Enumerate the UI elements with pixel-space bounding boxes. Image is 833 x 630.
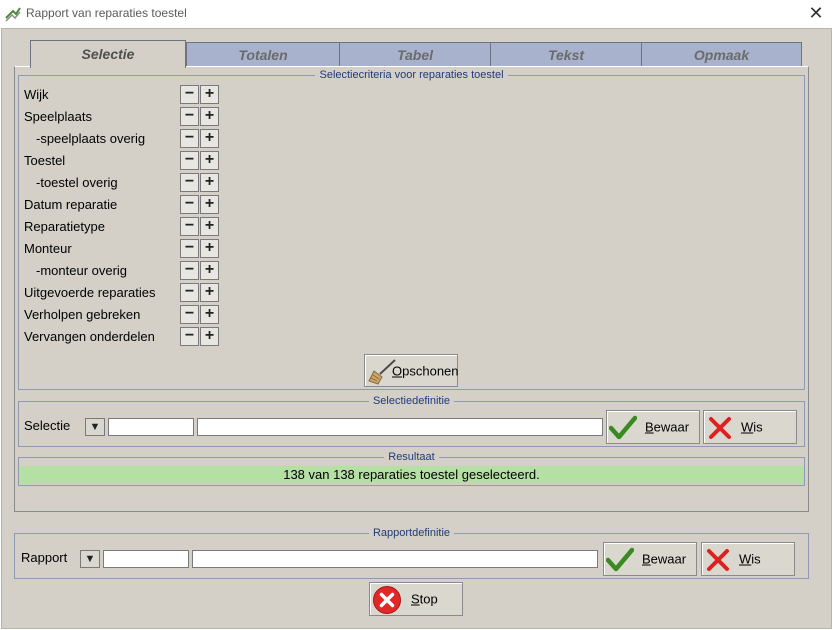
criterion-label-verholpen-gebreken: Verholpen gebreken — [24, 307, 141, 322]
window-title: Rapport van reparaties toestel — [26, 6, 187, 20]
plus-button[interactable]: + — [200, 195, 219, 214]
tab-strip: Selectie Totalen Tabel Tekst Opmaak — [30, 40, 802, 68]
rapport-code-input[interactable] — [103, 550, 189, 568]
plus-button[interactable]: + — [200, 261, 219, 280]
plus-button[interactable]: + — [200, 151, 219, 170]
tab-tabel[interactable]: Tabel — [339, 42, 491, 67]
stop-button[interactable]: Stop — [369, 582, 463, 616]
checkmark-icon — [606, 547, 634, 572]
minus-button[interactable]: − — [180, 305, 199, 324]
rapport-wis-button[interactable]: Wis — [701, 542, 795, 576]
cross-icon — [709, 417, 731, 439]
stop-icon — [373, 586, 401, 614]
rapport-bewaar-label: Bewaar — [642, 551, 687, 567]
rapportdefinitie-legend: Rapportdefinitie — [368, 527, 455, 539]
minus-button[interactable]: − — [180, 173, 199, 192]
plus-button[interactable]: + — [200, 107, 219, 126]
stop-label: Stop — [411, 591, 438, 607]
plus-button[interactable]: + — [200, 327, 219, 346]
rapport-bewaar-button[interactable]: Bewaar — [603, 542, 697, 576]
close-icon[interactable]: ✕ — [807, 4, 825, 22]
plus-button[interactable]: + — [200, 129, 219, 148]
opschonen-label: Opschonen — [392, 363, 459, 378]
minus-button[interactable]: − — [180, 151, 199, 170]
minus-button[interactable]: − — [180, 195, 199, 214]
plus-button[interactable]: + — [200, 283, 219, 302]
minus-button[interactable]: − — [180, 283, 199, 302]
selectie-wis-button[interactable]: Wis — [703, 410, 797, 444]
plus-button[interactable]: + — [200, 173, 219, 192]
criterion-label-speelplaats: Speelplaats — [24, 109, 92, 124]
criterion-label-monteur: Monteur — [24, 241, 72, 256]
criterion-label-toestel: Toestel — [24, 153, 66, 168]
minus-button[interactable]: − — [180, 261, 199, 280]
checkmark-icon — [609, 415, 637, 440]
rapport-name-input[interactable] — [192, 550, 598, 568]
selectie-dropdown-button[interactable]: ▼ — [85, 418, 105, 436]
selectie-code-input[interactable] — [108, 418, 194, 436]
minus-button[interactable]: − — [180, 85, 199, 104]
resultaat-status: 138 van 138 reparaties toestel geselecte… — [19, 466, 804, 484]
selectie-bewaar-button[interactable]: Bewaar — [606, 410, 700, 444]
criteria-legend: Selectiecriteria voor reparaties toestel — [315, 69, 508, 81]
selectie-label: Selectie — [24, 418, 71, 433]
cross-icon — [707, 549, 729, 571]
minus-button[interactable]: − — [180, 107, 199, 126]
plus-button[interactable]: + — [200, 217, 219, 236]
selectie-wis-label: Wis — [741, 419, 763, 435]
minus-button[interactable]: − — [180, 129, 199, 148]
criterion-label-vervangen-onderdelen: Vervangen onderdelen — [24, 329, 155, 344]
criterion-label-reparatietype: Reparatietype — [24, 219, 105, 234]
app-icon — [5, 7, 21, 22]
minus-button[interactable]: − — [180, 327, 199, 346]
rapport-dropdown-button[interactable]: ▼ — [80, 550, 100, 568]
criterion-label-speelplaats-overig: -speelplaats overig — [36, 131, 146, 146]
criterion-label-datum-reparatie: Datum reparatie — [24, 197, 118, 212]
tab-opmaak[interactable]: Opmaak — [641, 42, 802, 67]
tab-selectie[interactable]: Selectie — [30, 40, 186, 68]
minus-button[interactable]: − — [180, 239, 199, 258]
selectiedefinitie-legend: Selectiedefinitie — [368, 395, 455, 407]
title-bar: Rapport van reparaties toestel ✕ — [0, 0, 833, 28]
plus-button[interactable]: + — [200, 305, 219, 324]
plus-button[interactable]: + — [200, 239, 219, 258]
criterion-label-monteur-overig: -monteur overig — [36, 263, 128, 278]
rapport-label: Rapport — [21, 550, 68, 565]
resultaat-legend: Resultaat — [384, 451, 439, 463]
criterion-label-uitgevoerde-reparaties: Uitgevoerde reparaties — [24, 285, 156, 300]
rapport-wis-label: Wis — [739, 551, 761, 567]
tab-totalen[interactable]: Totalen — [186, 42, 340, 67]
minus-button[interactable]: − — [180, 217, 199, 236]
plus-button[interactable]: + — [200, 85, 219, 104]
selectie-bewaar-label: Bewaar — [645, 419, 690, 435]
criterion-label-wijk: Wijk — [24, 87, 49, 102]
selectie-name-input[interactable] — [197, 418, 603, 436]
tab-tekst[interactable]: Tekst — [490, 42, 642, 67]
opschonen-button[interactable]: Opschonen — [364, 354, 459, 387]
criterion-label-toestel-overig: -toestel overig — [36, 175, 118, 190]
